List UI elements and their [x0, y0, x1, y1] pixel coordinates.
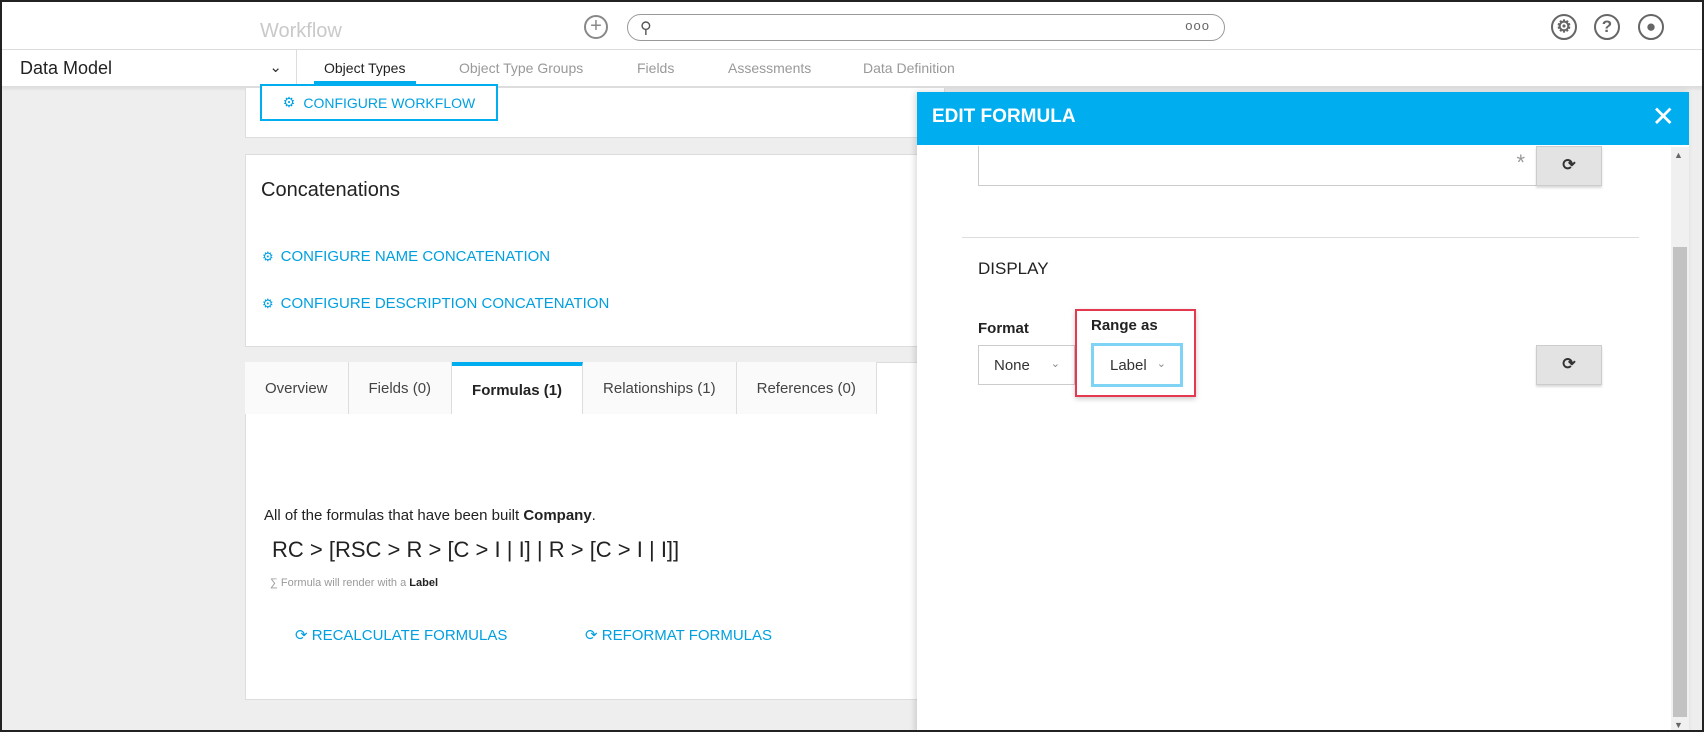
configure-name-concatenation-link[interactable]: ⚙ CONFIGURE NAME CONCATENATION: [262, 248, 550, 265]
configure-workflow-label: CONFIGURE WORKFLOW: [303, 94, 476, 111]
hint-value: Label: [409, 577, 439, 589]
panel-title: EDIT FORMULA: [932, 106, 1076, 127]
configure-workflow-button[interactable]: ⚙ CONFIGURE WORKFLOW: [260, 84, 498, 121]
formulas-description: All of the formulas that have been built…: [264, 507, 596, 524]
refresh-icon: ⟳: [1562, 157, 1576, 174]
search-icon: ⚲: [640, 20, 652, 37]
gear-icon: ⚙: [262, 296, 274, 311]
panel-header: EDIT FORMULA ✕: [917, 92, 1689, 145]
concatenations-title: Concatenations: [261, 179, 400, 201]
module-select[interactable]: Data Model ⌄: [2, 50, 297, 87]
formula-hint: ∑ Formula will render with a Label: [270, 577, 438, 589]
sigma-icon: ∑: [270, 577, 278, 589]
help-icon[interactable]: ?: [1594, 14, 1620, 40]
formula-expression: RC > [RSC > R > [C > I | I] | R > [C > I…: [272, 537, 680, 562]
user-icon[interactable]: ●: [1638, 14, 1664, 40]
chevron-down-icon: ⌄: [1050, 358, 1060, 370]
app-window: Workflow + ⚲ ooo ⚙ ? ● Data Model ⌄ Obje…: [0, 0, 1704, 732]
formula-input[interactable]: *: [978, 146, 1538, 186]
tab-object-type-groups[interactable]: Object Type Groups: [459, 60, 583, 76]
module-select-value: Data Model: [20, 58, 113, 78]
scroll-down-icon[interactable]: ▼: [1674, 720, 1683, 730]
highlight-box: [1075, 309, 1196, 397]
tab-overview[interactable]: Overview: [245, 362, 349, 414]
scrollbar-thumb[interactable]: [1673, 247, 1687, 717]
tab-data-definition[interactable]: Data Definition: [863, 60, 955, 76]
gear-icon: ⚙: [282, 94, 296, 110]
format-value: None: [994, 357, 1030, 374]
display-section-title: DISPLAY: [978, 259, 1049, 278]
refresh-icon: ⟳: [1562, 356, 1576, 373]
required-marker: *: [1516, 150, 1525, 175]
chevron-down-icon: ⌄: [269, 59, 282, 76]
reformat-label: REFORMAT FORMULAS: [601, 627, 773, 644]
reformat-formulas-button[interactable]: ⟳ REFORMAT FORMULAS: [585, 626, 772, 644]
format-label: Format: [978, 320, 1029, 337]
section-divider: [962, 237, 1639, 238]
top-bar: Workflow + ⚲ ooo ⚙ ? ●: [2, 2, 1702, 50]
hint-prefix: Formula will render with a: [280, 577, 407, 589]
link-label: CONFIGURE NAME CONCATENATION: [280, 248, 551, 265]
detail-tabs: Overview Fields (0) Formulas (1) Relatio…: [245, 362, 877, 414]
link-label: CONFIGURE DESCRIPTION CONCATENATION: [280, 295, 610, 312]
search-more-icon[interactable]: ooo: [1185, 18, 1210, 33]
description-prefix: All of the formulas that have been built: [264, 507, 520, 524]
description-suffix: .: [591, 507, 596, 524]
background-page-title: Workflow: [260, 20, 342, 42]
tab-relationships[interactable]: Relationships (1): [583, 362, 737, 414]
refresh-formula-button[interactable]: ⟳: [1536, 146, 1602, 186]
description-entity: Company: [523, 507, 592, 524]
tab-fields-count[interactable]: Fields (0): [348, 362, 453, 414]
scroll-up-icon[interactable]: ▲: [1674, 150, 1683, 160]
gear-icon[interactable]: ⚙: [1551, 14, 1577, 40]
module-nav: Data Model ⌄ Object Types Object Type Gr…: [2, 50, 1702, 87]
tab-object-types[interactable]: Object Types: [324, 60, 405, 76]
tab-assessments[interactable]: Assessments: [728, 60, 811, 76]
refresh-display-button[interactable]: ⟳: [1536, 345, 1602, 385]
tab-references[interactable]: References (0): [736, 362, 877, 414]
tab-fields[interactable]: Fields: [637, 60, 674, 76]
tab-formulas[interactable]: Formulas (1): [452, 362, 584, 414]
plus-circle-icon[interactable]: +: [584, 15, 608, 39]
recalculate-label: RECALCULATE FORMULAS: [311, 627, 508, 644]
configure-description-concatenation-link[interactable]: ⚙ CONFIGURE DESCRIPTION CONCATENATION: [262, 295, 609, 312]
recalculate-formulas-button[interactable]: ⟳ RECALCULATE FORMULAS: [295, 626, 507, 644]
gear-icon: ⚙: [262, 249, 274, 264]
format-select[interactable]: None ⌄: [978, 345, 1075, 385]
search-input[interactable]: ⚲ ooo: [627, 14, 1225, 41]
edit-formula-panel: EDIT FORMULA ✕ * ⟳ DISPLAY Format None ⌄…: [917, 92, 1689, 730]
refresh-icon: ⟳: [585, 627, 598, 644]
refresh-icon: ⟳: [295, 627, 308, 644]
close-icon[interactable]: ✕: [1652, 100, 1675, 133]
